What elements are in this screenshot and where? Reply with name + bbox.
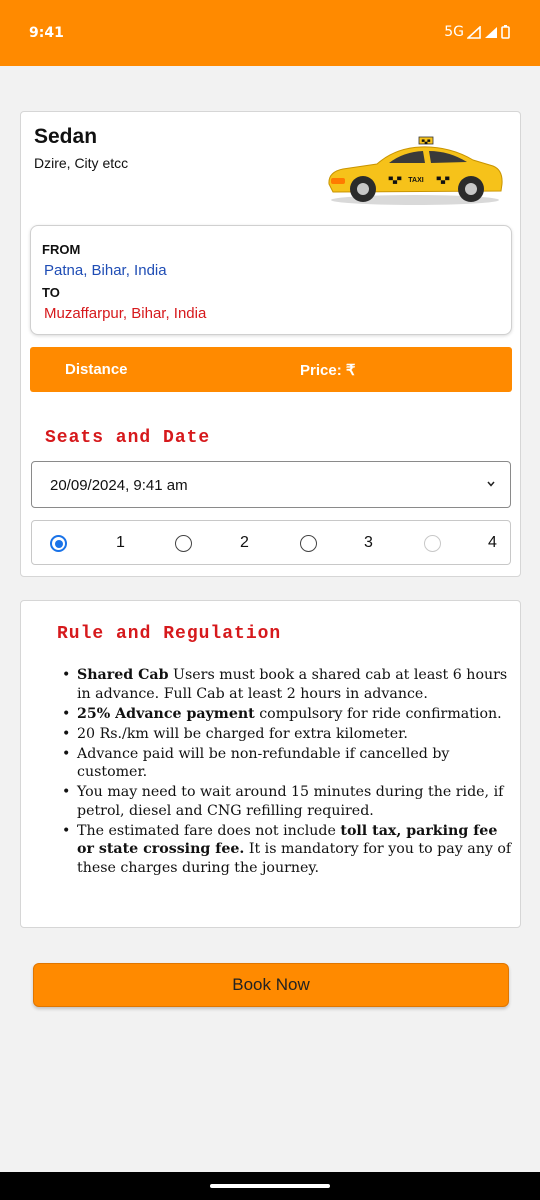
distance-label: Distance: [65, 361, 128, 378]
seat-radio-2[interactable]: [175, 535, 192, 552]
rule-text: compulsory for ride confirmation.: [254, 705, 502, 722]
date-time-select[interactable]: 20/09/2024, 9:41 am: [31, 461, 511, 508]
vehicle-subtitle: Dzire, City etcc: [34, 155, 129, 171]
seat-label-3: 3: [364, 534, 373, 551]
seat-label-2: 2: [240, 534, 249, 551]
from-label: FROM: [42, 242, 81, 257]
from-location: Patna, Bihar, India: [44, 262, 167, 279]
rule-text: You may need to wait around 15 minutes d…: [77, 784, 504, 819]
seat-label-4: 4: [488, 534, 497, 551]
to-location: Muzaffarpur, Bihar, India: [44, 305, 207, 322]
taxi-sign-text: TAXI: [408, 177, 423, 184]
rule-item: 20 Rs./km will be charged for extra kilo…: [59, 725, 514, 744]
rule-item: Shared Cab Users must book a shared cab …: [59, 666, 514, 703]
rule-bold: Shared Cab: [77, 667, 169, 683]
signal-full-icon: [485, 26, 497, 38]
status-bar: 9:41 5G: [0, 0, 540, 66]
rule-item: You may need to wait around 15 minutes d…: [59, 783, 514, 820]
rule-item: 25% Advance payment compulsory for ride …: [59, 705, 514, 724]
system-nav-bar: [0, 1172, 540, 1200]
to-label: TO: [42, 285, 60, 300]
seat-label-1: 1: [116, 534, 125, 551]
status-time: 9:41: [29, 25, 64, 41]
rules-title: Rule and Regulation: [57, 624, 282, 644]
vehicle-title: Sedan: [34, 125, 98, 148]
rule-text: 20 Rs./km will be charged for extra kilo…: [77, 725, 408, 742]
chevron-down-icon: [487, 481, 495, 487]
battery-icon: [501, 25, 510, 39]
seat-radio-4: [424, 535, 441, 552]
seats-date-title: Seats and Date: [45, 428, 211, 448]
distance-price-bar: Distance Price: ₹: [30, 347, 512, 392]
rule-pre: The estimated fare does not include: [77, 822, 341, 839]
seat-radio-1[interactable]: [50, 535, 67, 552]
rule-text: Advance paid will be non-refundable if c…: [77, 745, 450, 781]
svg-text:▀▄▀: ▀▄▀: [389, 176, 403, 184]
rule-bold: 25% Advance payment: [77, 705, 255, 722]
vehicle-card: Sedan Dzire, City etcc ▀▄▀ TAXI ▀▄▀ ▀▄▀ …: [20, 111, 521, 577]
svg-text:▀▄▀: ▀▄▀: [437, 176, 451, 184]
seat-selector: 1 2 3 4: [31, 520, 511, 565]
rule-item: Advance paid will be non-refundable if c…: [59, 745, 514, 782]
status-indicators: 5G: [444, 24, 510, 40]
date-time-value: 20/09/2024, 9:41 am: [50, 477, 188, 494]
network-type: 5G: [444, 24, 464, 40]
rule-item: The estimated fare does not include toll…: [59, 822, 514, 878]
signal-icon: [467, 25, 481, 39]
rules-card: Rule and Regulation Shared Cab Users mus…: [20, 600, 521, 928]
rules-list: Shared Cab Users must book a shared cab …: [59, 666, 514, 879]
seat-radio-3[interactable]: [300, 535, 317, 552]
home-indicator[interactable]: [210, 1184, 330, 1188]
taxi-car-icon: ▀▄▀ TAXI ▀▄▀ ▀▄▀: [328, 136, 503, 205]
book-now-button[interactable]: Book Now: [33, 963, 509, 1007]
route-box: FROM Patna, Bihar, India TO Muzaffarpur,…: [30, 225, 512, 335]
price-label: Price: ₹: [300, 362, 356, 379]
